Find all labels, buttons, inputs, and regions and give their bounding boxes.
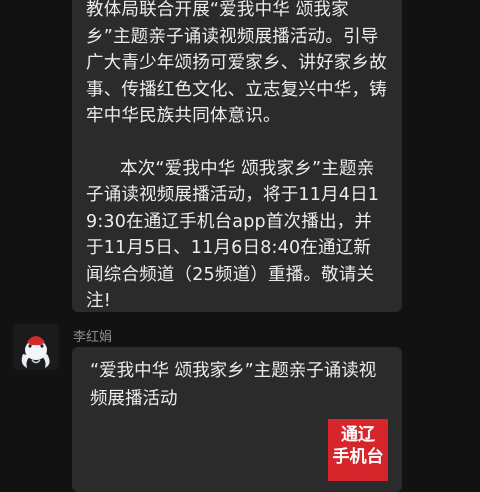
avatar-goldfish-icon (13, 324, 59, 370)
link-title: “爱我中华 颂我家乡”主题亲子诵读视频展播活动 (90, 361, 377, 409)
avatar[interactable] (13, 324, 59, 370)
message-paragraph: 教体局联合开展“爱我中华 颂我家乡”主题亲子诵读视频展播活动。引导广大青少年颂扬… (86, 0, 387, 126)
message-bubble[interactable]: 教体局联合开展“爱我中华 颂我家乡”主题亲子诵读视频展播活动。引导广大青少年颂扬… (72, 0, 402, 312)
shared-link-card[interactable]: “爱我中华 颂我家乡”主题亲子诵读视频展播活动 通辽 手机台 (72, 347, 402, 492)
sender-name: 李红娟 (73, 330, 113, 345)
message-paragraph: 本次“爱我中华 颂我家乡”主题亲子诵读视频展播活动，将于11月4日19:30在通… (86, 158, 380, 312)
thumbnail-text: 通辽 (341, 425, 375, 445)
thumbnail-text: 手机台 (332, 447, 384, 467)
link-thumbnail: 通辽 手机台 (328, 419, 388, 481)
